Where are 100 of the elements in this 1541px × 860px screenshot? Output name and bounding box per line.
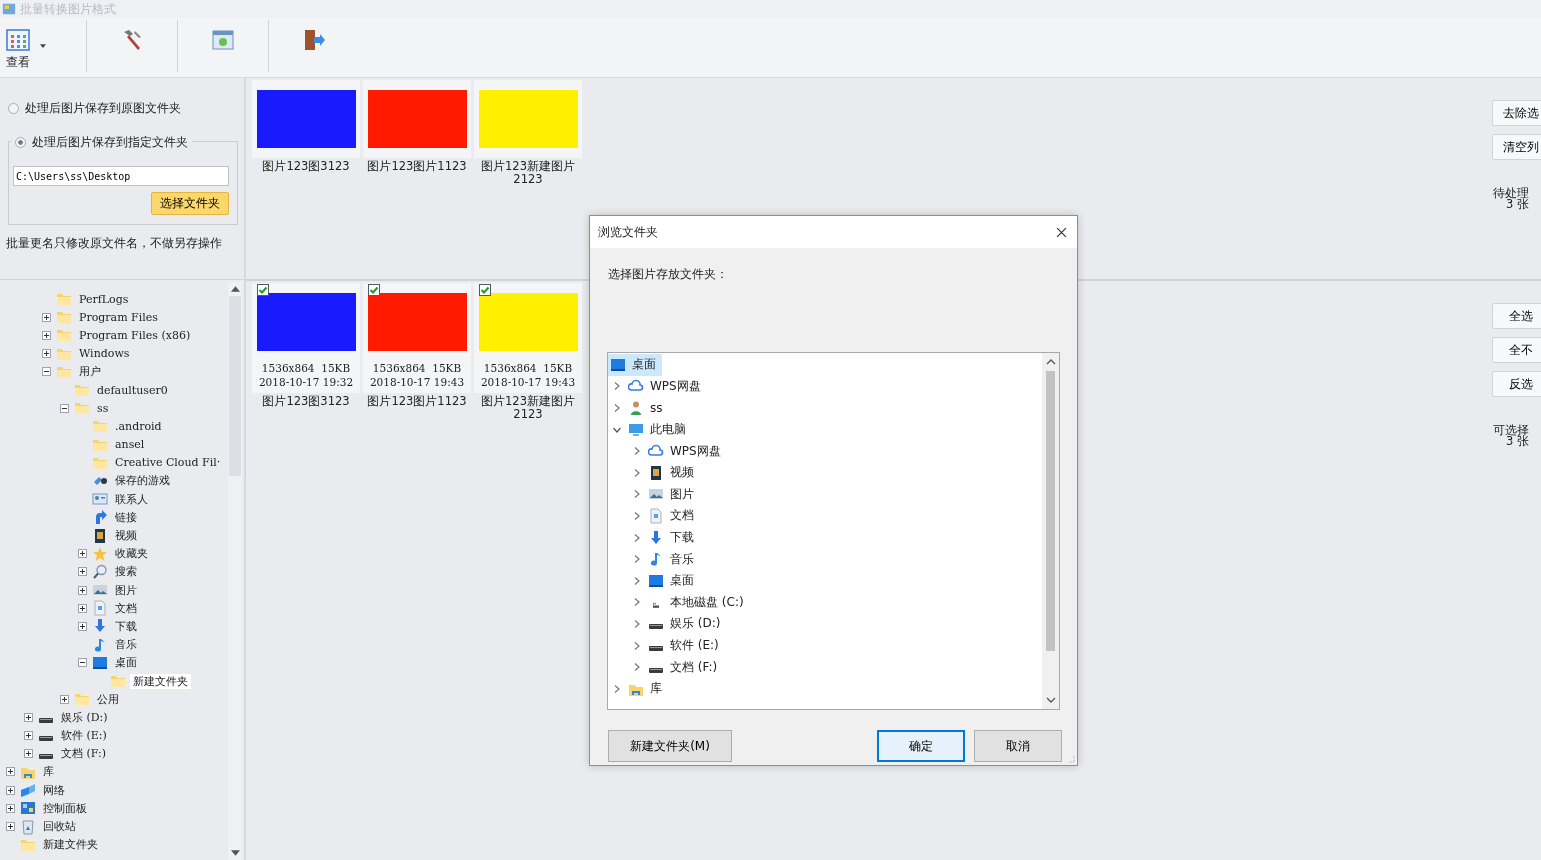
folder-tree-item[interactable]: 此电脑 xyxy=(608,418,692,441)
radio-option[interactable]: 处理后图片保存到指定文件夹 xyxy=(11,134,192,151)
tree-item[interactable]: 公用 xyxy=(94,691,122,707)
checkbox[interactable] xyxy=(368,284,380,296)
tree-item[interactable]: Creative Cloud Fil· xyxy=(112,456,224,470)
expand-icon[interactable] xyxy=(41,349,51,359)
expand-icon[interactable] xyxy=(5,803,15,813)
scrollbar[interactable] xyxy=(228,282,242,860)
side-button[interactable]: 清空列 xyxy=(1492,134,1541,160)
chevron-right-icon[interactable] xyxy=(612,683,622,694)
tree-item[interactable]: 新建文件夹 xyxy=(130,673,191,689)
tree-item[interactable]: 新建文件夹 xyxy=(40,837,101,853)
tree-item[interactable]: 视频 xyxy=(112,528,140,544)
expand-icon[interactable] xyxy=(77,567,87,577)
chevron-right-icon[interactable] xyxy=(612,381,622,392)
tree-item[interactable]: 回收站 xyxy=(40,819,79,835)
scroll-up-icon[interactable] xyxy=(1045,359,1056,365)
collapse-icon[interactable] xyxy=(77,658,87,668)
tree-item[interactable]: 文档 xyxy=(112,600,140,616)
expand-icon[interactable] xyxy=(41,312,51,322)
chevron-right-icon[interactable] xyxy=(632,618,642,629)
tree-item[interactable]: 网络 xyxy=(40,782,68,798)
path-field[interactable]: C:\Users\ss\Desktop xyxy=(13,166,229,186)
view-button[interactable]: 查看 xyxy=(0,28,66,71)
tree-item[interactable]: 收藏夹 xyxy=(112,546,151,562)
checkbox[interactable] xyxy=(479,284,491,296)
tree-item[interactable]: 图片 xyxy=(112,582,140,598)
dialog-button[interactable]: 新建文件夹(M) xyxy=(608,730,732,762)
radio-option[interactable]: 处理后图片保存到原图文件夹 xyxy=(8,100,238,117)
expand-icon[interactable] xyxy=(5,785,15,795)
chevron-right-icon[interactable] xyxy=(632,532,642,543)
folder-tree-item[interactable]: WPS网盘 xyxy=(608,375,707,398)
collapse-icon[interactable] xyxy=(41,367,51,377)
side-button[interactable]: 全不 xyxy=(1492,337,1541,363)
folder-tree-item[interactable]: 桌面 xyxy=(608,569,700,592)
folder-tree-item[interactable]: 桌面 xyxy=(608,354,662,376)
folder-tree-item[interactable]: 文档 xyxy=(608,505,700,527)
scroll-down-icon[interactable] xyxy=(230,850,240,856)
image-thumbnail[interactable] xyxy=(367,90,467,148)
folder-tree-item[interactable]: 库 xyxy=(608,677,668,700)
tree-item[interactable]: 桌面 xyxy=(112,655,140,671)
folder-tree-item[interactable]: 图片 xyxy=(608,483,700,506)
expand-icon[interactable] xyxy=(77,585,87,595)
expand-icon[interactable] xyxy=(23,712,33,722)
tree-item[interactable]: 娱乐 (D:) xyxy=(58,709,111,725)
expand-icon[interactable] xyxy=(77,603,87,613)
folder-tree-item[interactable]: 音乐 xyxy=(608,548,700,570)
chevron-right-icon[interactable] xyxy=(632,446,642,457)
folder-tree-item[interactable]: ss xyxy=(608,397,669,419)
resize-grip-icon[interactable] xyxy=(1067,755,1075,763)
folder-tree-item[interactable]: 娱乐 (D:) xyxy=(608,613,727,635)
tree-item[interactable]: Program Files (x86) xyxy=(76,328,194,342)
chevron-right-icon[interactable] xyxy=(632,554,642,565)
expand-icon[interactable] xyxy=(77,549,87,559)
tree-item[interactable]: 搜索 xyxy=(112,564,140,580)
tree-item[interactable]: 下载 xyxy=(112,618,140,634)
chevron-right-icon[interactable] xyxy=(632,597,642,608)
expand-icon[interactable] xyxy=(5,822,15,832)
scrollbar[interactable] xyxy=(1042,353,1059,709)
folder-tree-item[interactable]: WPS网盘 xyxy=(608,440,727,462)
radio-icon[interactable] xyxy=(15,137,26,148)
tree-item[interactable]: 库 xyxy=(40,764,57,780)
tree-item[interactable]: Windows xyxy=(76,347,133,361)
expand-icon[interactable] xyxy=(23,731,33,741)
expand-icon[interactable] xyxy=(59,694,69,704)
side-button[interactable]: 反选 xyxy=(1492,371,1541,397)
chevron-right-icon[interactable] xyxy=(632,640,642,651)
chevron-right-icon[interactable] xyxy=(632,510,642,521)
side-button[interactable]: 全选 xyxy=(1492,303,1541,329)
image-thumbnail[interactable] xyxy=(256,293,356,351)
tree-item[interactable]: Program Files xyxy=(76,310,161,324)
tree-item[interactable]: 文档 (F:) xyxy=(58,746,110,762)
dialog-button[interactable]: 取消 xyxy=(974,730,1062,762)
chevron-right-icon[interactable] xyxy=(612,403,622,413)
close-icon[interactable] xyxy=(1056,226,1067,238)
image-thumbnail[interactable] xyxy=(256,90,356,148)
tree-item[interactable]: ss xyxy=(94,401,112,415)
chevron-right-icon[interactable] xyxy=(632,575,642,586)
folder-tree-item[interactable]: 本地磁盘 (C:) xyxy=(608,591,750,614)
folder-tree-item[interactable]: 下载 xyxy=(608,526,700,549)
tree-item[interactable]: 链接 xyxy=(112,509,140,525)
radio-icon[interactable] xyxy=(8,103,19,114)
scroll-down-icon[interactable] xyxy=(1045,697,1056,703)
expand-icon[interactable] xyxy=(77,621,87,631)
tree-item[interactable]: defaultuser0 xyxy=(94,383,171,397)
tree-item[interactable]: 保存的游戏 xyxy=(112,473,173,489)
image-thumbnail[interactable] xyxy=(478,293,578,351)
tree-item[interactable]: PerfLogs xyxy=(76,292,132,306)
tree-item[interactable]: .android xyxy=(112,419,165,433)
checkbox[interactable] xyxy=(257,284,269,296)
chevron-right-icon[interactable] xyxy=(632,662,642,673)
scroll-up-icon[interactable] xyxy=(230,286,240,292)
side-button[interactable]: 去除选 xyxy=(1492,100,1541,126)
expand-icon[interactable] xyxy=(23,749,33,759)
folder-tree-item[interactable]: 文档 (F:) xyxy=(608,656,724,678)
expand-icon[interactable] xyxy=(41,330,51,340)
folder-tree-item[interactable]: 软件 (E:) xyxy=(608,634,725,657)
chevron-right-icon[interactable] xyxy=(632,467,642,478)
image-thumbnail[interactable] xyxy=(367,293,467,351)
tree-item[interactable]: 控制面板 xyxy=(40,800,90,816)
